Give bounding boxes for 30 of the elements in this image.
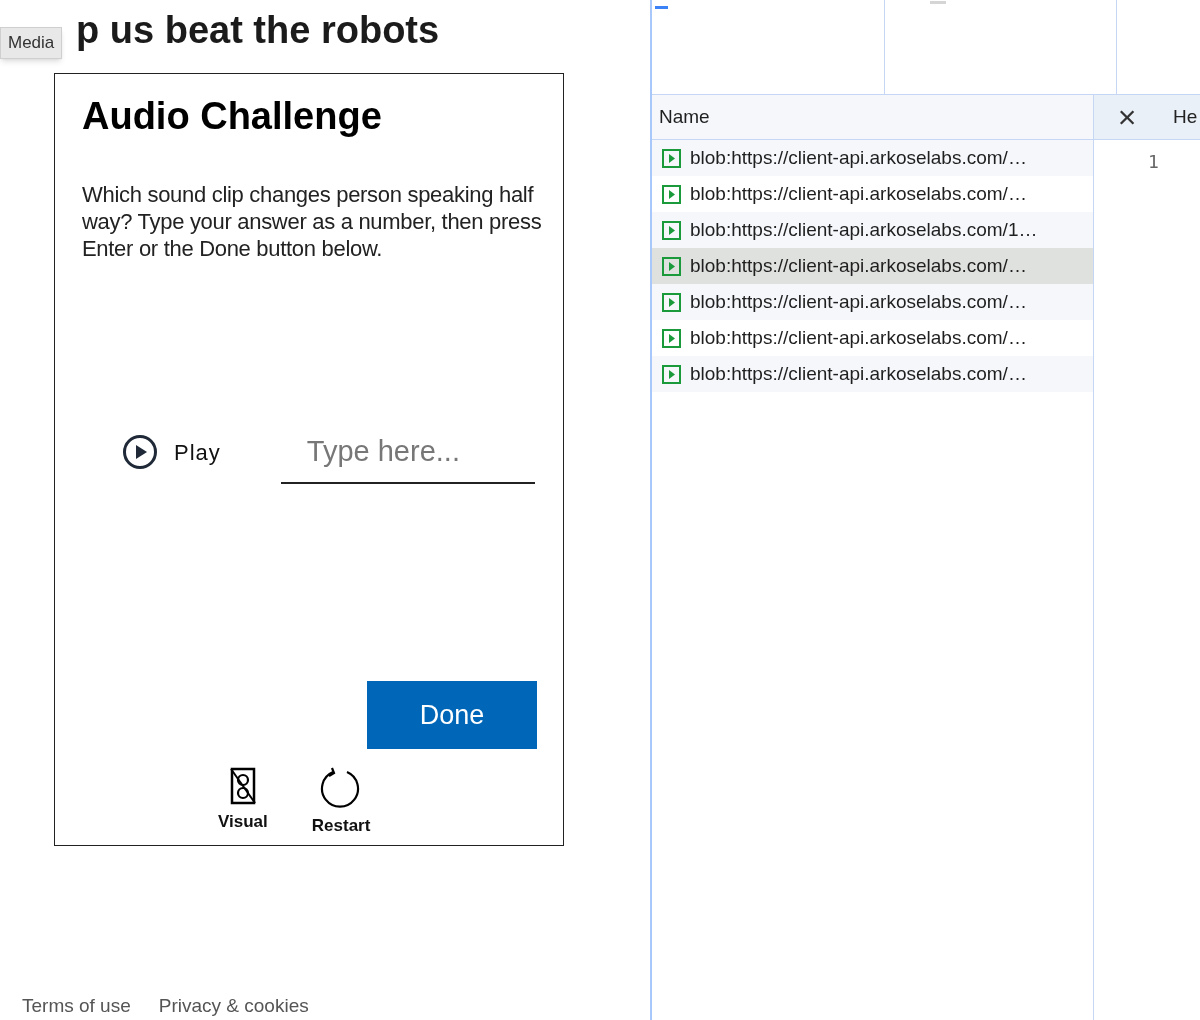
media-file-icon (662, 292, 681, 312)
media-file-icon (662, 364, 681, 384)
restart-button[interactable]: Restart (311, 767, 371, 839)
footer-link[interactable]: Privacy & cookies (158, 991, 309, 1020)
detail-tab[interactable]: He (1160, 95, 1200, 139)
media-file-icon (662, 328, 681, 348)
challenge-title: Audio Challenge (82, 94, 382, 139)
footer-link[interactable]: Terms of use (22, 991, 131, 1020)
close-button[interactable]: × (1094, 95, 1160, 139)
timeline-marker (655, 6, 668, 9)
media-file-icon (662, 148, 681, 168)
line-number: 1 (1148, 150, 1159, 174)
answer-field[interactable]: Type here... (280, 420, 535, 484)
tooltip: Media (0, 27, 63, 59)
instructions-text: Which sound clip changes person speaking half way? Type your answer as a number, then press Enter or the Done button below. (82, 181, 543, 262)
request-row[interactable]: blob:https://client-api.arkoselabs.com/… (652, 356, 1093, 392)
visual-button[interactable]: Visual (218, 767, 268, 839)
media-file-icon (662, 220, 681, 240)
media-file-icon (662, 256, 681, 276)
column-header[interactable]: Name (652, 95, 1094, 139)
done-button[interactable]: Done (367, 681, 537, 749)
request-row[interactable]: blob:https://client-api.arkoselabs.com/1… (652, 212, 1093, 248)
media-file-icon (662, 184, 681, 204)
request-row[interactable]: blob:https://client-api.arkoselabs.com/… (652, 248, 1093, 284)
request-row[interactable]: blob:https://client-api.arkoselabs.com/… (652, 140, 1093, 176)
page-heading: p us beat the robots (76, 8, 440, 53)
play-icon (122, 434, 158, 470)
play-button[interactable]: Play (122, 434, 221, 470)
request-row[interactable]: blob:https://client-api.arkoselabs.com/… (652, 284, 1093, 320)
timeline-marker (930, 1, 946, 4)
